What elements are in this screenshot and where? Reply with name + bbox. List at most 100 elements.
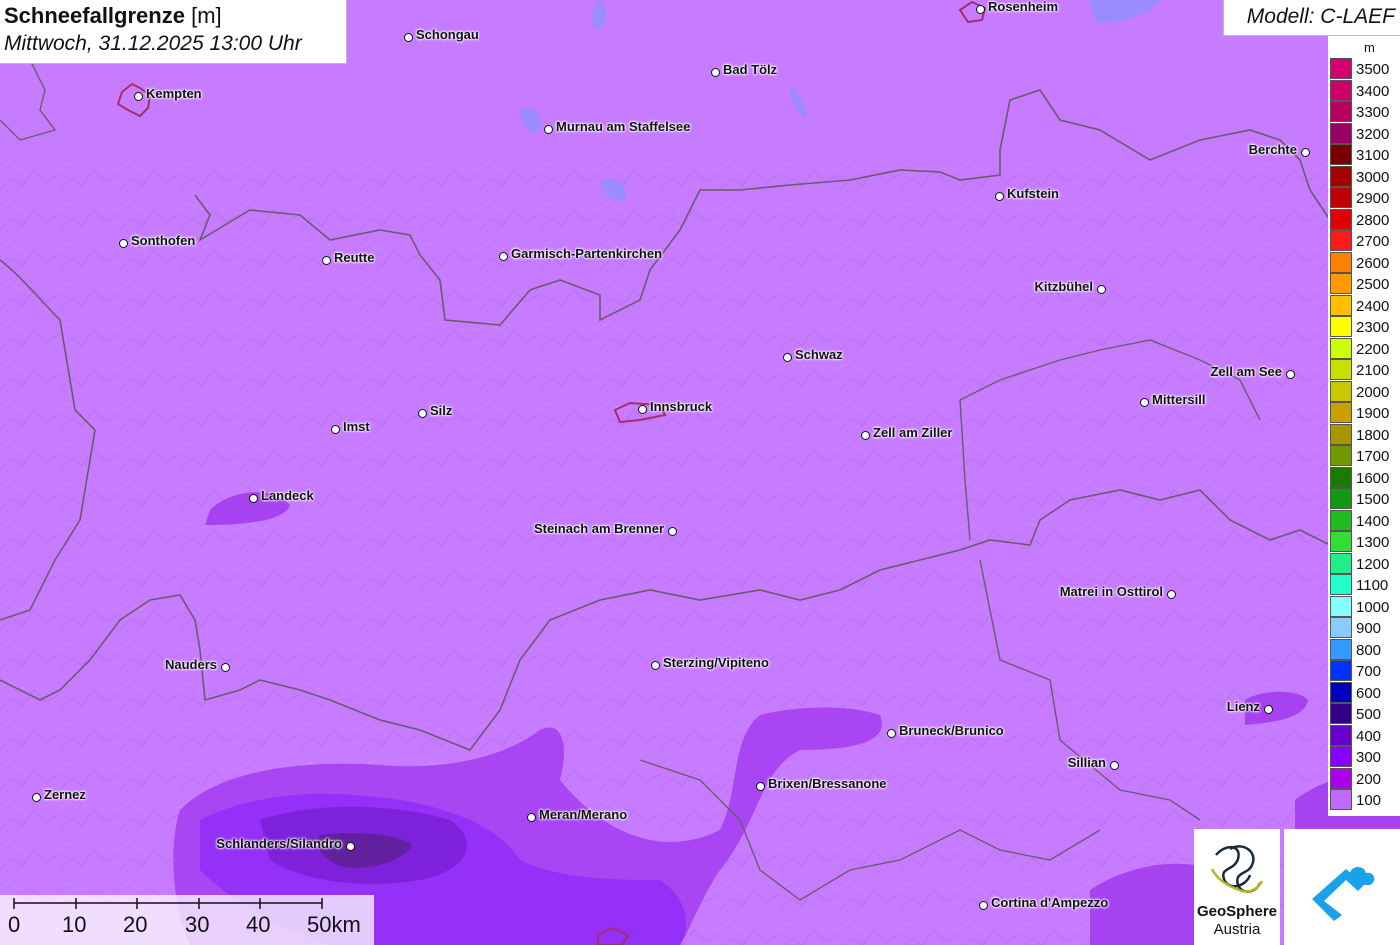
legend-label: 2200 bbox=[1356, 340, 1390, 358]
legend-label: 3500 bbox=[1356, 61, 1390, 78]
city-marker-icon bbox=[1301, 148, 1310, 157]
legend-label: 800 bbox=[1356, 641, 1382, 659]
city-label: Schwaz bbox=[795, 347, 843, 362]
legend-swatch bbox=[1330, 79, 1352, 101]
legend-entry: 1900 bbox=[1330, 402, 1400, 423]
legend-swatch bbox=[1330, 552, 1352, 574]
city-marker-icon bbox=[418, 409, 427, 418]
legend-label: 2800 bbox=[1356, 211, 1390, 229]
legend-label: 1700 bbox=[1356, 448, 1390, 465]
legend-label: 1900 bbox=[1356, 405, 1390, 422]
legend-swatch bbox=[1330, 273, 1352, 294]
legend-entry: 100 bbox=[1330, 789, 1400, 810]
legend-swatch bbox=[1330, 703, 1352, 724]
city-label: Zell am Ziller bbox=[873, 425, 953, 440]
city-label: Nauders bbox=[164, 657, 217, 672]
legend-entry: 2000 bbox=[1330, 380, 1400, 402]
legend-label: 1500 bbox=[1356, 491, 1390, 508]
city-label: Steinach am Brenner bbox=[533, 521, 664, 536]
city-label: Matrei in Osttirol bbox=[1059, 584, 1163, 599]
city-marker-icon bbox=[119, 239, 128, 248]
legend-entry: 2200 bbox=[1330, 337, 1400, 359]
legend-label: 500 bbox=[1356, 706, 1382, 723]
city-marker-icon bbox=[346, 842, 355, 851]
legend-swatch bbox=[1330, 380, 1352, 402]
legend-entry: 1200 bbox=[1330, 552, 1400, 574]
city-marker-icon bbox=[32, 793, 41, 802]
city-marker-icon bbox=[783, 353, 792, 362]
legend-label: 2700 bbox=[1356, 233, 1390, 250]
legend-label: 700 bbox=[1356, 663, 1382, 680]
scale-label: 20 bbox=[123, 912, 148, 937]
legend-entry: 1800 bbox=[1330, 423, 1400, 445]
city-marker-icon bbox=[221, 663, 230, 672]
map-title-unit: [m] bbox=[191, 3, 222, 28]
city-marker-icon bbox=[1264, 705, 1273, 714]
city-marker-icon bbox=[331, 425, 340, 434]
geosphere-emblem-icon bbox=[1210, 845, 1264, 893]
city-marker-icon bbox=[976, 5, 985, 14]
legend-swatch bbox=[1330, 251, 1352, 273]
city-label: Bad Tölz bbox=[723, 62, 778, 77]
city-label: Schlanders/Silandro bbox=[216, 836, 342, 851]
map-title-main: Schneefallgrenze bbox=[4, 3, 185, 28]
legend-label: 3300 bbox=[1356, 104, 1390, 121]
legend-entry: 3400 bbox=[1330, 79, 1400, 101]
legend-swatch bbox=[1330, 660, 1352, 681]
city-label: Murnau am Staffelsee bbox=[556, 119, 691, 134]
legend-label: 3100 bbox=[1356, 147, 1390, 164]
city-marker-icon bbox=[1167, 590, 1176, 599]
city-marker-icon bbox=[668, 527, 677, 536]
legend-entry: 200 bbox=[1330, 767, 1400, 789]
legend-entry: 400 bbox=[1330, 724, 1400, 746]
legend-label: 2600 bbox=[1356, 254, 1390, 272]
scale-label: 50km bbox=[307, 912, 361, 937]
legend-label: 3400 bbox=[1356, 82, 1390, 100]
city-label: Innsbruck bbox=[650, 399, 713, 414]
city-marker-icon bbox=[756, 782, 765, 791]
city-marker-icon bbox=[322, 256, 331, 265]
city-marker-icon bbox=[527, 813, 536, 822]
snowline-map bbox=[0, 0, 1400, 945]
legend-entry: 700 bbox=[1330, 660, 1400, 681]
legend-unit: m bbox=[1364, 40, 1375, 55]
legend-swatch bbox=[1330, 746, 1352, 767]
legend-entry: 1000 bbox=[1330, 595, 1400, 617]
legend-label: 100 bbox=[1356, 792, 1382, 809]
city-label: Imst bbox=[343, 419, 370, 434]
city-marker-icon bbox=[1286, 370, 1295, 379]
legend-swatch bbox=[1330, 574, 1352, 595]
city-marker-icon bbox=[638, 405, 647, 414]
legend-label: 1300 bbox=[1356, 534, 1390, 551]
legend-label: 900 bbox=[1356, 620, 1382, 637]
legend-entry: 2400 bbox=[1330, 294, 1400, 316]
model-box: Modell: C-LAEF bbox=[1223, 0, 1400, 36]
legend-label: 1000 bbox=[1356, 598, 1390, 616]
city-marker-icon bbox=[861, 431, 870, 440]
legend-label: 400 bbox=[1356, 727, 1382, 745]
legend-entry: 1400 bbox=[1330, 509, 1400, 531]
legend-entry: 1100 bbox=[1330, 574, 1400, 595]
legend-label: 3200 bbox=[1356, 125, 1390, 143]
legend-entry: 2100 bbox=[1330, 359, 1400, 380]
map-title: Schneefallgrenze [m] bbox=[4, 3, 222, 29]
city-marker-icon bbox=[1110, 761, 1119, 770]
city-marker-icon bbox=[249, 494, 258, 503]
scale-bar: 0 10 20 30 40 50km bbox=[0, 895, 374, 945]
city-label: Zell am See bbox=[1210, 364, 1282, 379]
legend-swatch bbox=[1330, 488, 1352, 509]
legend-swatch bbox=[1330, 294, 1352, 316]
city-label: Berchte bbox=[1248, 142, 1297, 157]
legend-entry: 2600 bbox=[1330, 251, 1400, 273]
forecast-datetime: Mittwoch, 31.12.2025 13:00 Uhr bbox=[4, 32, 302, 55]
legend-swatch bbox=[1330, 208, 1352, 230]
legend-entry: 2900 bbox=[1330, 187, 1400, 208]
legend-swatch bbox=[1330, 638, 1352, 660]
legend-entry: 3000 bbox=[1330, 165, 1400, 187]
legend-entry: 300 bbox=[1330, 746, 1400, 767]
legend-swatch bbox=[1330, 165, 1352, 187]
city-marker-icon bbox=[544, 125, 553, 134]
city-marker-icon bbox=[499, 252, 508, 261]
legend-entry: 600 bbox=[1330, 681, 1400, 703]
legend-swatch bbox=[1330, 122, 1352, 144]
